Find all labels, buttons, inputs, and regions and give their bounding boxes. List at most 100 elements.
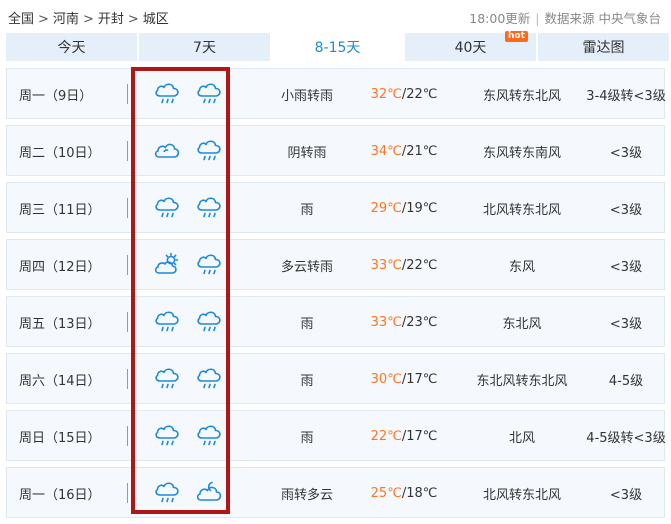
rain-cloud-icon	[153, 194, 181, 224]
weather-desc: 雨	[300, 317, 314, 332]
divider	[127, 426, 128, 446]
wind-level: <3级	[609, 203, 643, 218]
partly-cloudy-night-icon	[195, 479, 223, 509]
divider	[127, 369, 128, 389]
weather-desc: 雨	[300, 431, 314, 446]
tab-radar[interactable]: 雷达图	[538, 33, 669, 61]
update-info: 18:00更新 | 数据来源 中央气象台	[469, 8, 661, 27]
tab-40days[interactable]: 40天 hot	[405, 31, 536, 61]
low-temp: /22℃	[401, 258, 438, 273]
hot-badge: hot	[505, 31, 528, 42]
day-label: 周二（10日）	[19, 146, 101, 161]
temperature: 25℃/18℃	[369, 468, 439, 519]
weather-icons	[153, 297, 223, 348]
weather-icons	[153, 354, 223, 405]
day-label: 周一（16日）	[19, 488, 101, 503]
low-temp: /19℃	[401, 201, 438, 216]
high-temp: 33℃	[370, 258, 402, 273]
wind-direction: 东风	[508, 260, 535, 275]
day-label: 周六（14日）	[19, 374, 101, 389]
weather-desc: 阴转雨	[287, 146, 327, 161]
tab-label: 40天	[454, 40, 487, 56]
divider	[127, 483, 128, 503]
rain-cloud-icon	[153, 80, 181, 110]
temperature: 30℃/17℃	[369, 354, 439, 405]
low-temp: /17℃	[401, 429, 438, 444]
temperature: 33℃/22℃	[369, 240, 439, 291]
forecast-row: 周日（15日） 雨 22℃/17℃ 北风 4-5级转<3级	[6, 410, 666, 462]
wind-direction: 北风转东北风	[482, 488, 561, 503]
tab-7days[interactable]: 7天	[139, 33, 270, 61]
rain-cloud-icon	[153, 479, 181, 509]
rain-cloud-icon	[195, 194, 223, 224]
divider	[127, 198, 128, 218]
high-temp: 32℃	[370, 87, 402, 102]
wind-direction: 东北风转东北风	[476, 374, 568, 389]
weather-desc: 雨	[300, 203, 314, 218]
divider	[127, 255, 128, 275]
high-temp: 33℃	[370, 315, 402, 330]
forecast-row: 周六（14日） 雨 30℃/17℃ 东北风转东北风 4-5级	[6, 353, 665, 404]
weather-desc: 雨	[300, 374, 314, 389]
wind-level: 4-5级	[608, 374, 644, 389]
high-temp: 34℃	[370, 144, 402, 159]
weather-desc: 小雨转雨	[280, 89, 333, 104]
tab-8-15days[interactable]: 8-15天	[272, 33, 403, 61]
update-time: 18:00更新	[469, 11, 531, 26]
wind-level: <3级	[609, 260, 643, 275]
overcast-cloud-icon	[153, 137, 181, 167]
day-label: 周三（11日）	[19, 203, 101, 218]
wind-direction: 北风	[508, 431, 535, 446]
rain-cloud-icon	[153, 365, 181, 395]
top-bar: 全国 > 河南 > 开封 > 城区 18:00更新 | 数据来源 中央气象台	[0, 0, 671, 34]
divider: |	[535, 11, 540, 26]
tab-label: 雷达图	[582, 40, 625, 56]
weather-icons	[153, 468, 223, 519]
temperature: 29℃/19℃	[369, 183, 439, 234]
rain-cloud-icon	[195, 80, 223, 110]
breadcrumb-country[interactable]: 全国	[8, 12, 34, 27]
rain-cloud-icon	[195, 422, 223, 452]
low-temp: /21℃	[401, 144, 438, 159]
wind-direction: 北风转东北风	[482, 203, 561, 218]
forecast-row: 周四（12日） 多云转雨 33℃/22℃ 东风 <3级	[6, 239, 665, 290]
tab-today[interactable]: 今天	[6, 33, 137, 61]
forecast-row: 周二（10日） 阴转雨 34℃/21℃ 东风转东南风 <3级	[6, 125, 665, 176]
day-label: 周四（12日）	[19, 260, 101, 275]
breadcrumb-district: 城区	[142, 12, 169, 27]
day-label: 周五（13日）	[19, 317, 101, 332]
high-temp: 30℃	[370, 372, 402, 387]
rain-cloud-icon	[153, 422, 181, 452]
divider	[127, 141, 128, 161]
high-temp: 29℃	[370, 201, 402, 216]
wind-level: 4-5级转<3级	[586, 431, 666, 446]
divider	[127, 84, 128, 104]
wind-level: <3级	[609, 488, 643, 503]
day-label: 周日（15日）	[19, 431, 101, 446]
breadcrumb-province[interactable]: 河南	[53, 12, 79, 27]
low-temp: /22℃	[401, 87, 438, 102]
wind-level: <3级	[609, 317, 643, 332]
weather-icons	[153, 411, 223, 462]
wind-level: <3级	[609, 146, 643, 161]
data-source: 数据来源 中央气象台	[544, 11, 661, 26]
low-temp: /18℃	[401, 486, 438, 501]
weather-desc: 雨转多云	[280, 488, 333, 503]
rain-cloud-icon	[153, 308, 181, 338]
day-label: 周一（9日）	[19, 89, 93, 104]
breadcrumb-separator: >	[38, 12, 49, 27]
rain-cloud-icon	[195, 251, 223, 281]
tab-label: 今天	[57, 40, 86, 56]
breadcrumb-city[interactable]: 开封	[98, 12, 124, 27]
partly-cloudy-icon	[153, 251, 181, 281]
breadcrumb-separator: >	[127, 12, 139, 27]
low-temp: /17℃	[401, 372, 438, 387]
low-temp: /23℃	[401, 315, 438, 330]
high-temp: 25℃	[370, 486, 402, 501]
breadcrumb-separator: >	[82, 12, 94, 27]
wind-level: 3-4级转<3级	[586, 89, 666, 104]
forecast-row: 周一（9日） 小雨转雨 32℃/22℃ 东风转东北风 3-4级转<3级	[6, 68, 666, 119]
weather-icons	[153, 183, 223, 234]
forecast-tabs: 今天 7天 8-15天 40天 hot 雷达图	[6, 31, 669, 61]
tab-label: 8-15天	[314, 40, 361, 56]
